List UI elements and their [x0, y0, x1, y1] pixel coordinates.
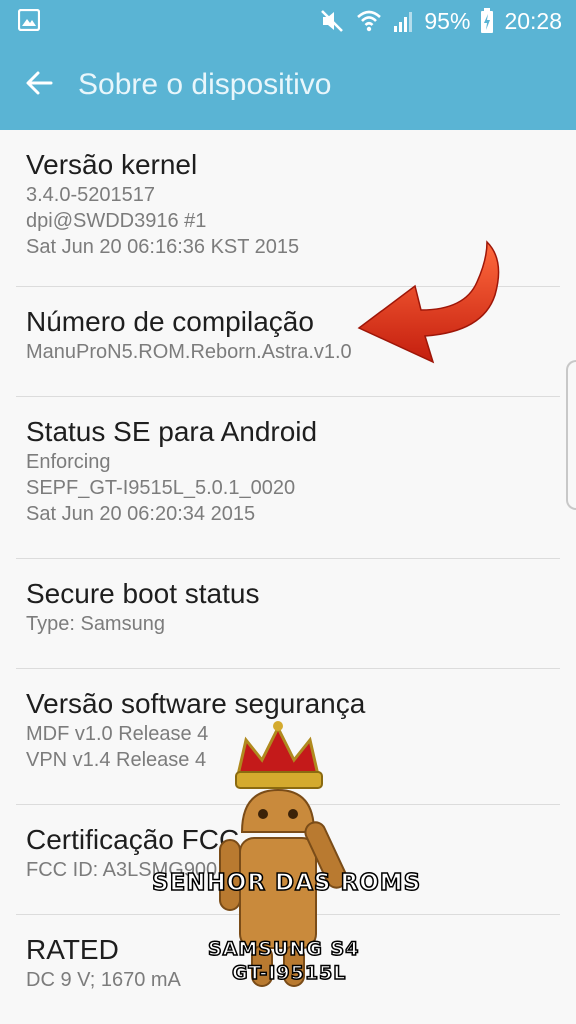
item-title: Status SE para Android	[26, 416, 318, 447]
arrow-left-icon[interactable]	[24, 68, 54, 98]
item-subtitle: Sat Jun 20 06:20:34 2015	[26, 503, 256, 525]
item-title: Versão software segurança	[26, 688, 366, 719]
wifi-icon	[357, 10, 382, 32]
app-bar: Sobre o dispositivo	[0, 44, 576, 130]
list-item-se-status[interactable]: Status SE para Android Enforcing SEPF_GT…	[0, 397, 576, 559]
red-arrow-annotation	[357, 240, 500, 364]
item-subtitle: dpi@SWDD3916 #1	[26, 210, 207, 232]
item-title: Secure boot status	[26, 578, 260, 609]
battery-percent: 95%	[424, 7, 471, 34]
clock: 20:28	[504, 7, 562, 34]
battery-charging-icon	[481, 8, 494, 33]
mute-icon	[321, 10, 344, 32]
page-title: Sobre o dispositivo	[78, 68, 332, 101]
item-subtitle: Type: Samsung	[26, 613, 165, 635]
scrollbar[interactable]	[566, 360, 576, 510]
item-subtitle: 3.4.0-5201517	[26, 184, 156, 206]
watermark-logo: SENHOR DAS ROMS SAMSUNG S4 GT-I9515L	[150, 720, 440, 1010]
watermark-title: SENHOR DAS ROMS	[151, 869, 422, 897]
watermark-variant: GT-I9515L	[231, 961, 347, 985]
watermark-model: SAMSUNG S4	[207, 937, 360, 961]
status-bar: 95% 20:28	[0, 0, 576, 44]
item-title: Versão kernel	[26, 149, 198, 180]
item-subtitle: SEPF_GT-I9515L_5.0.1_0020	[26, 477, 296, 499]
gallery-icon	[18, 9, 40, 31]
list-item-secure-boot[interactable]: Secure boot status Type: Samsung	[0, 559, 576, 669]
item-subtitle: Enforcing	[26, 451, 111, 473]
signal-icon	[394, 12, 413, 32]
